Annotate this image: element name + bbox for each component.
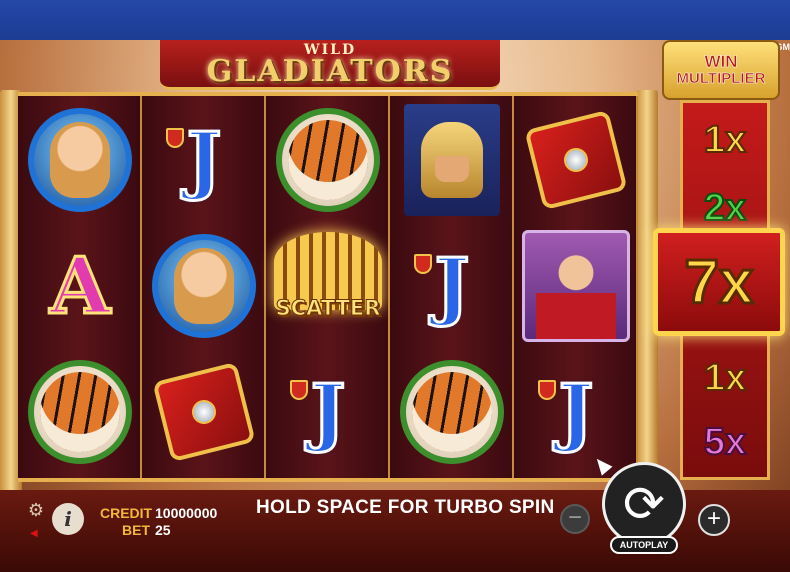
increase-bet-button[interactable]: + bbox=[698, 504, 730, 536]
small-shield-icon bbox=[414, 254, 432, 274]
reel-1: A bbox=[18, 96, 142, 478]
top-bar bbox=[0, 0, 790, 40]
symbol-woman bbox=[22, 98, 138, 222]
gladiator-helmet-icon bbox=[404, 104, 500, 216]
info-button[interactable]: i bbox=[52, 503, 84, 535]
symbol-gladiator bbox=[394, 98, 510, 222]
gear-icon[interactable]: ⚙ bbox=[26, 500, 46, 520]
tiger-medallion-icon bbox=[276, 108, 380, 212]
bet-value: 25 bbox=[155, 522, 171, 538]
symbol-woman bbox=[146, 224, 262, 348]
multiplier-title-text: MULTIPLIER bbox=[676, 70, 766, 88]
woman-medallion-icon bbox=[152, 234, 256, 338]
symbol-shield bbox=[518, 98, 634, 222]
win-multiplier-panel: WIN MULTIPLIER 1x 2x 1x 5x 7x bbox=[653, 40, 790, 490]
roman-shield-icon bbox=[152, 361, 256, 463]
multiplier-win-text: WIN bbox=[704, 52, 738, 71]
tiger-medallion-icon bbox=[28, 360, 132, 464]
roman-shield-icon bbox=[524, 109, 628, 211]
woman-medallion-icon bbox=[28, 108, 132, 212]
reel-grid: A J SCATTER J J J bbox=[18, 92, 638, 482]
bet-label: BET bbox=[122, 522, 150, 538]
symbol-j: J bbox=[394, 224, 510, 348]
small-shield-icon bbox=[166, 128, 184, 148]
symbol-j: J bbox=[270, 350, 386, 474]
letter-j-text: J bbox=[185, 116, 223, 205]
symbol-caesar bbox=[518, 224, 634, 348]
autoplay-button[interactable]: AUTOPLAY bbox=[610, 536, 678, 554]
reel-2: J bbox=[142, 96, 266, 478]
scatter-label: SCATTER bbox=[275, 296, 381, 321]
credit-label: CREDIT bbox=[100, 505, 153, 521]
symbol-tiger bbox=[270, 98, 386, 222]
reel-3: SCATTER J bbox=[266, 96, 390, 478]
symbol-tiger bbox=[394, 350, 510, 474]
reel-5: J bbox=[514, 96, 638, 478]
symbol-j: J bbox=[146, 98, 262, 222]
multiplier-value: 1x bbox=[703, 118, 747, 162]
sound-icon[interactable]: ◀ bbox=[30, 528, 38, 539]
letter-j-text: J bbox=[433, 242, 471, 331]
active-multiplier: 7x bbox=[653, 228, 785, 336]
symbol-a: A bbox=[22, 224, 138, 348]
symbol-j: J bbox=[518, 350, 634, 474]
symbol-tiger bbox=[22, 350, 138, 474]
decrease-bet-button[interactable]: − bbox=[560, 504, 590, 534]
letter-j-text: J bbox=[309, 368, 347, 457]
small-shield-icon bbox=[290, 380, 308, 400]
multiplier-value: 1x bbox=[703, 356, 747, 400]
multiplier-value: 5x bbox=[703, 420, 747, 464]
reel-4: J bbox=[390, 96, 514, 478]
game-logo: WILD GLADIATORS bbox=[160, 40, 500, 90]
letter-a-text: A bbox=[48, 239, 112, 333]
small-shield-icon bbox=[538, 380, 556, 400]
logo-title-text: GLADIATORS bbox=[206, 54, 454, 89]
symbol-shield bbox=[146, 350, 262, 474]
letter-j-text: J bbox=[557, 368, 595, 457]
symbol-scatter: SCATTER bbox=[270, 216, 386, 336]
turbo-spin-message: HOLD SPACE FOR TURBO SPIN bbox=[256, 497, 555, 518]
tiger-medallion-icon bbox=[400, 360, 504, 464]
caesar-icon bbox=[522, 230, 630, 342]
win-multiplier-header: WIN MULTIPLIER bbox=[662, 40, 780, 100]
credit-value: 10000000 bbox=[155, 505, 218, 521]
spin-button[interactable]: ⟳ bbox=[602, 462, 686, 546]
